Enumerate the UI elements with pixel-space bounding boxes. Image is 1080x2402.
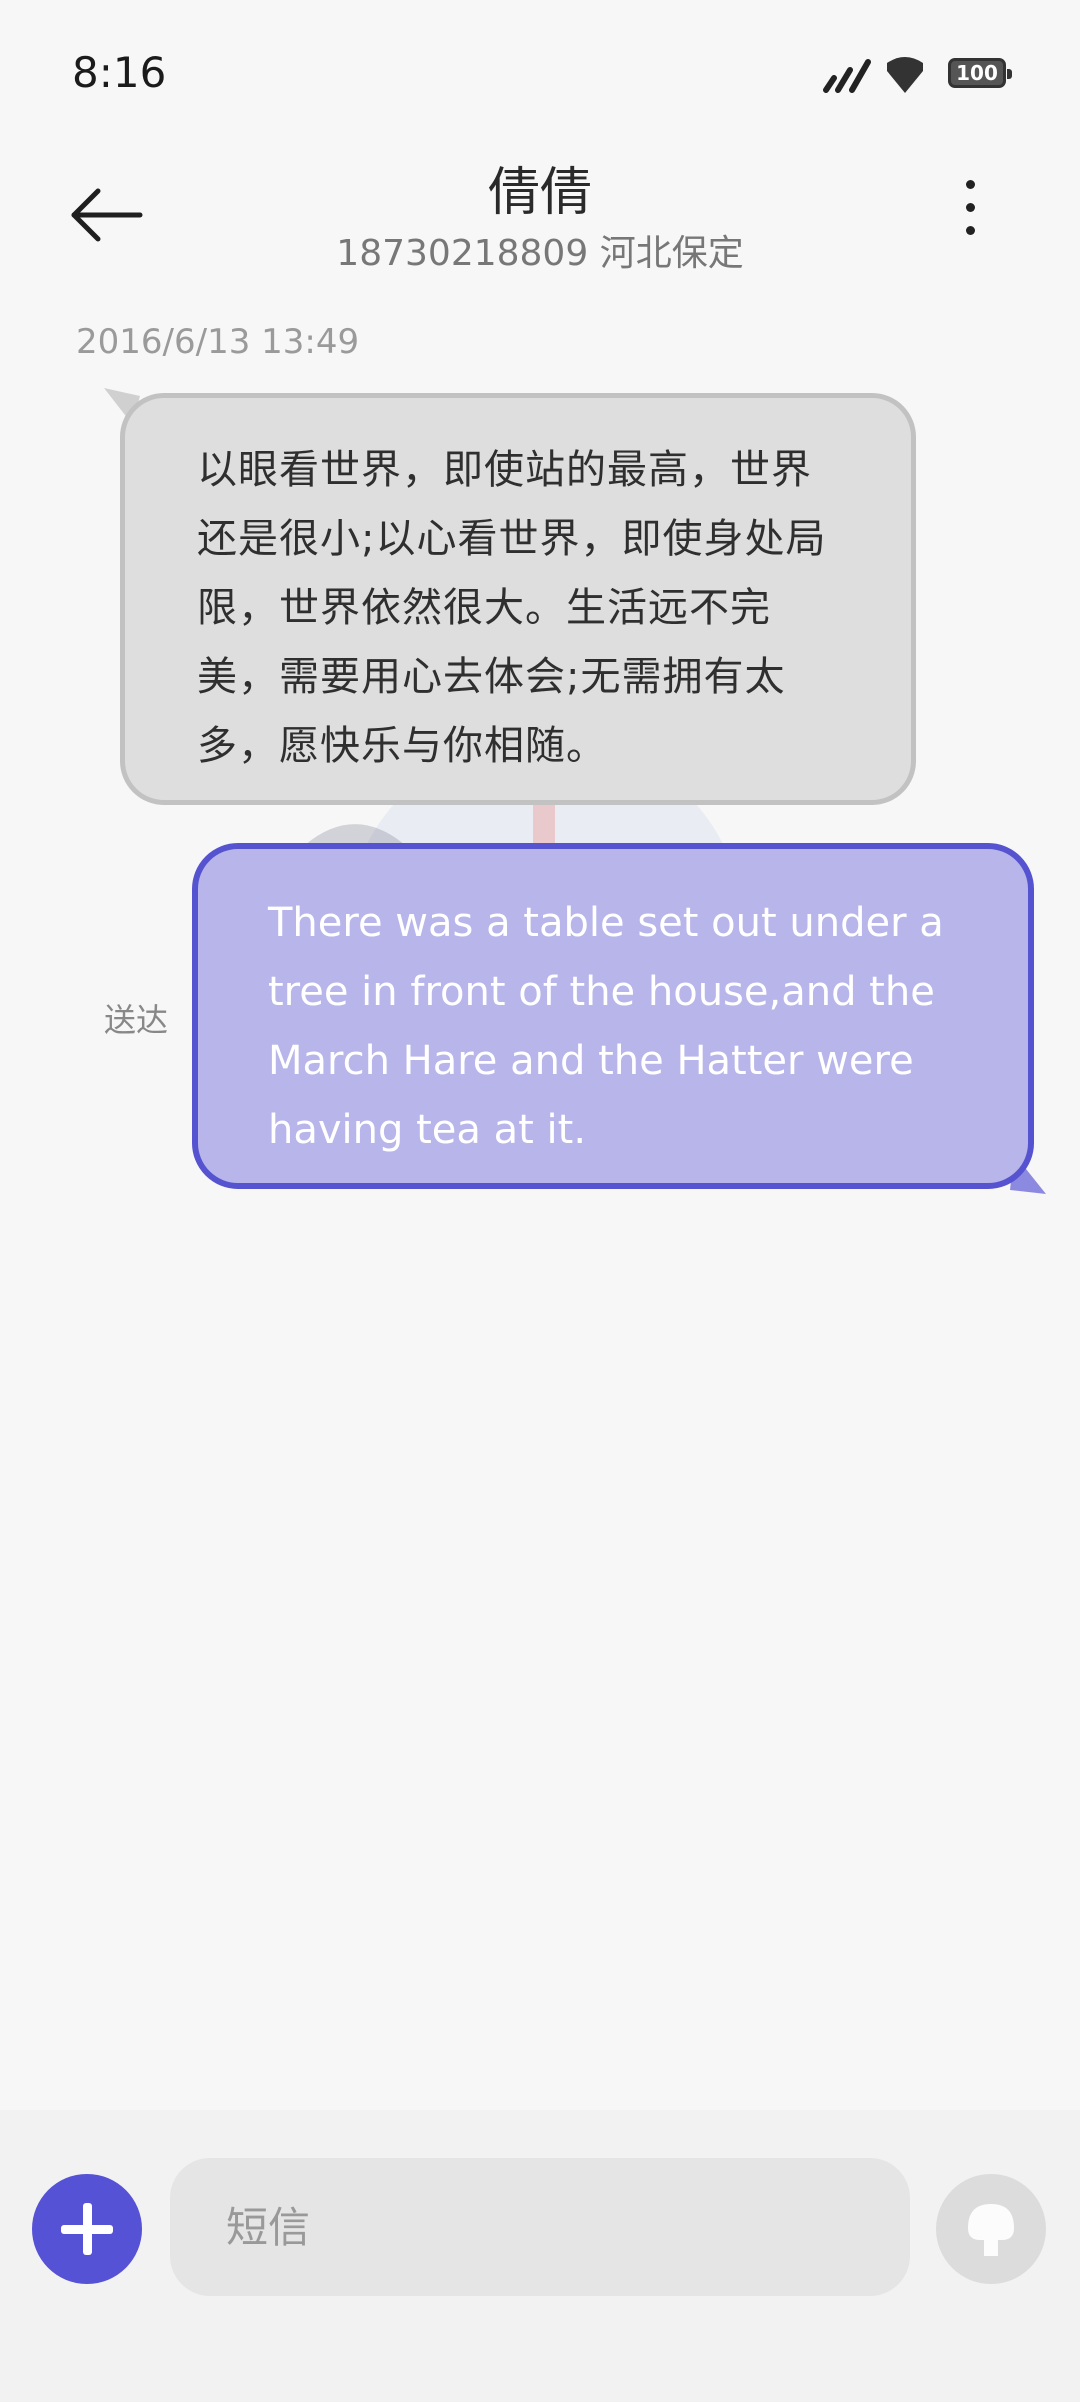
status-bar: 8:16 100 <box>0 0 1080 150</box>
sms-input[interactable] <box>170 2158 910 2296</box>
delivery-status: 送达 <box>104 1001 169 1039</box>
incoming-message-text: 以眼看世界，即使站的最高，世界还是很小;以心看世界，即使身处局限，世界依然很大。… <box>197 447 827 769</box>
message-timestamp: 2016/6/13 13:49 <box>76 322 360 362</box>
battery-level: 100 <box>956 61 998 85</box>
plus-icon[interactable] <box>32 2174 142 2284</box>
status-time: 8:16 <box>72 48 167 97</box>
wifi-icon <box>887 57 923 93</box>
send-icon[interactable] <box>936 2174 1046 2284</box>
incoming-message-bubble[interactable]: 以眼看世界，即使站的最高，世界还是很小;以心看世界，即使身处局限，世界依然很大。… <box>120 393 916 805</box>
outgoing-message-bubble[interactable]: There was a table set out under a tree i… <box>192 843 1034 1189</box>
outgoing-message-text: There was a table set out under a tree i… <box>268 900 944 1153</box>
signal-icon <box>823 59 871 93</box>
contact-number-location: 18730218809 河北保定 <box>336 233 744 274</box>
contact-name: 倩倩 <box>487 163 592 223</box>
battery-icon: 100 <box>948 58 1012 88</box>
conversation-header: 倩倩 18730218809 河北保定 <box>0 150 1080 290</box>
more-vertical-icon[interactable] <box>950 180 990 250</box>
